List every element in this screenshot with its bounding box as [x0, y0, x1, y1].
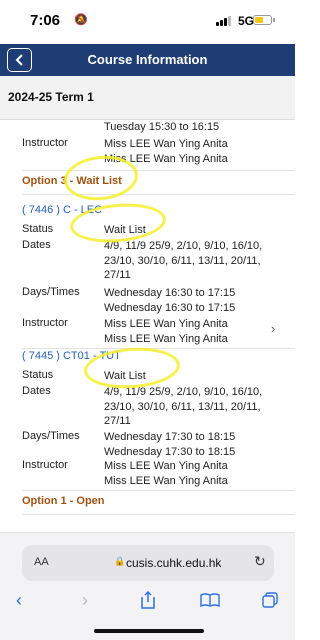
dates-line: 4/9, 11/9 25/9, 2/10, 9/10, 16/10,: [104, 240, 263, 252]
instructor-name: Miss LEE Wan Ying Anita: [104, 332, 228, 345]
status-time: 7:06: [30, 12, 61, 29]
dates-line: 27/11: [104, 269, 131, 281]
time-line: Wednesday 16:30 to 17:15: [104, 287, 236, 299]
divider: [22, 490, 295, 491]
silent-bell-icon: 🔕: [74, 14, 88, 26]
battery-tip: [273, 18, 275, 22]
url-text: cusis.cuhk.edu.hk: [126, 556, 222, 570]
network-type: 5G: [238, 14, 255, 28]
chevron-right-icon[interactable]: ›: [271, 321, 275, 336]
dates-line: 23/10, 30/10, 6/11, 13/11, 20/11,: [104, 400, 261, 413]
time-line: Wednesday 17:30 to 18:15: [104, 431, 236, 443]
time-line: Wednesday 16:30 to 17:15: [104, 301, 236, 314]
nav-bar: Course Information: [0, 44, 295, 76]
term-title: 2024-25 Term 1: [8, 90, 94, 104]
instructor-label: Instructor: [22, 459, 68, 471]
dates-line: 27/11: [104, 415, 131, 427]
divider: [22, 170, 295, 171]
status-bar: 7:06 🔕 5G: [0, 0, 295, 44]
days-times-label: Days/Times: [22, 430, 80, 442]
divider: [22, 514, 295, 515]
days-times-label: Days/Times: [22, 286, 80, 298]
reader-aa-button[interactable]: AA: [34, 556, 49, 568]
time-line: Tuesday 15:30 to 16:15: [104, 121, 220, 133]
bookmarks-icon[interactable]: [200, 593, 220, 607]
reload-icon[interactable]: ↻: [254, 553, 266, 570]
dates-label: Dates: [22, 239, 51, 251]
instructor-name: Miss LEE Wan Ying Anita: [104, 138, 228, 150]
share-icon[interactable]: [140, 591, 156, 609]
time-line: Wednesday 17:30 to 18:15: [104, 445, 236, 458]
forward-icon[interactable]: ›: [82, 590, 88, 611]
option-1-header: Option 1 - Open: [22, 495, 105, 507]
instructor-name: Miss LEE Wan Ying Anita: [104, 474, 228, 487]
battery-icon: [253, 15, 272, 25]
instructor-label: Instructor: [22, 317, 68, 329]
signal-icon: [216, 16, 234, 26]
status-label: Status: [22, 223, 54, 235]
lock-icon: 🔒: [114, 556, 126, 566]
course-detail-list[interactable]: Tuesday 15:30 to 16:15 Instructor Miss L…: [0, 120, 295, 532]
term-header: 2024-25 Term 1: [0, 76, 295, 120]
divider: [22, 194, 295, 195]
back-icon[interactable]: ‹: [16, 590, 22, 611]
instructor-label: Instructor: [22, 137, 68, 149]
browser-toolbar: AA 🔒 cusis.cuhk.edu.hk ↻ ‹ ›: [0, 532, 295, 640]
dates-line: 23/10, 30/10, 6/11, 13/11, 20/11,: [104, 254, 261, 267]
status-label: Status: [22, 369, 54, 381]
instructor-name: Miss LEE Wan Ying Anita: [104, 460, 228, 472]
page-title: Course Information: [87, 52, 208, 67]
dates-label: Dates: [22, 385, 51, 397]
home-indicator: [94, 629, 204, 633]
address-bar[interactable]: AA 🔒 cusis.cuhk.edu.hk ↻: [22, 545, 274, 581]
instructor-name: Miss LEE Wan Ying Anita: [104, 318, 228, 330]
tabs-icon[interactable]: [262, 592, 278, 608]
